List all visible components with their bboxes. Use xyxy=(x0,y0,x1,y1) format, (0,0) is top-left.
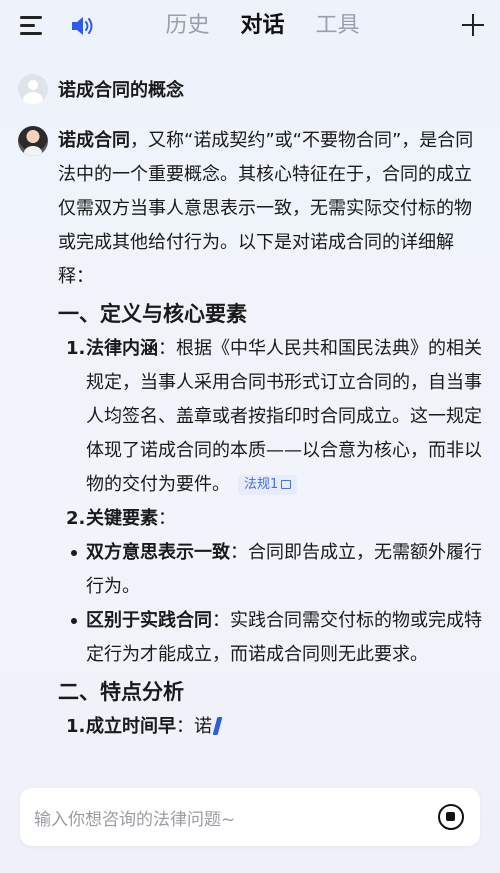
bullet-term: 双方意思表示一致 xyxy=(86,542,230,563)
intro-text: ，又称“诺成契约”或“不要物合同”，是合同法中的一个重要概念。其核心特征在于，合… xyxy=(58,130,474,287)
stop-generation-button[interactable] xyxy=(438,804,464,830)
tab-bar: 历史 对话 工具 xyxy=(150,8,375,44)
question-input-box[interactable]: 输入你想咨询的法律问题~ xyxy=(20,788,480,846)
question-input-placeholder[interactable]: 输入你想咨询的法律问题~ xyxy=(34,805,235,830)
section1-heading: 一、定义与核心要素 xyxy=(58,302,247,326)
tab-history[interactable]: 历史 xyxy=(150,8,225,44)
user-avatar xyxy=(18,74,48,104)
list-item: 1. 法律内涵：根据《中华人民共和国民法典》的相关规定，当事人采用合同书形式订立… xyxy=(58,332,482,502)
menu-icon[interactable] xyxy=(20,16,44,36)
user-question: 诺成合同的概念 xyxy=(58,80,184,101)
bullet-term: 区别于实践合同 xyxy=(86,610,212,631)
item-number: 1. xyxy=(66,716,86,737)
typing-cursor-icon xyxy=(212,717,223,735)
assistant-answer: 诺成合同，又称“诺成契约”或“不要物合同”，是合同法中的一个重要概念。其核心特征… xyxy=(58,124,482,744)
bullet-item: 双方意思表示一致：合同即告成立，无需额外履行行为。 xyxy=(58,536,482,604)
user-message: 诺成合同的概念 xyxy=(18,74,184,104)
top-bar: 历史 对话 工具 xyxy=(0,0,500,52)
speaker-icon[interactable] xyxy=(70,14,96,38)
item-number: 2. xyxy=(66,508,86,529)
tab-chat[interactable]: 对话 xyxy=(225,8,300,44)
item-term: 法律内涵 xyxy=(86,338,158,359)
item-term: 成立时间早 xyxy=(86,716,176,737)
book-icon xyxy=(281,480,292,489)
list-item: 2. 关键要素： xyxy=(58,502,482,536)
intro-paragraph: 诺成合同，又称“诺成契约”或“不要物合同”，是合同法中的一个重要概念。其核心特征… xyxy=(58,124,482,294)
assistant-avatar xyxy=(18,126,48,156)
law-tag-label: 法规1 xyxy=(244,477,279,492)
item-number: 1. xyxy=(66,338,86,359)
item-text: ：诺 xyxy=(176,716,212,737)
law-reference-tag[interactable]: 法规1 xyxy=(238,475,298,495)
item-text: ：根据《中华人民共和国民法典》的相关规定，当事人采用合同书形式订立合同的，自当事… xyxy=(86,338,482,495)
item-text: ： xyxy=(158,508,176,529)
section2-heading: 二、特点分析 xyxy=(58,680,184,704)
item-term: 关键要素 xyxy=(86,508,158,529)
list-item: 1. 成立时间早：诺 xyxy=(58,710,482,744)
tab-tools[interactable]: 工具 xyxy=(300,8,375,44)
plus-icon[interactable] xyxy=(462,14,484,36)
bullet-item: 区别于实践合同：实践合同需交付标的物或完成特定行为才能成立，而诺成合同则无此要求… xyxy=(58,604,482,672)
intro-term: 诺成合同 xyxy=(58,130,130,151)
